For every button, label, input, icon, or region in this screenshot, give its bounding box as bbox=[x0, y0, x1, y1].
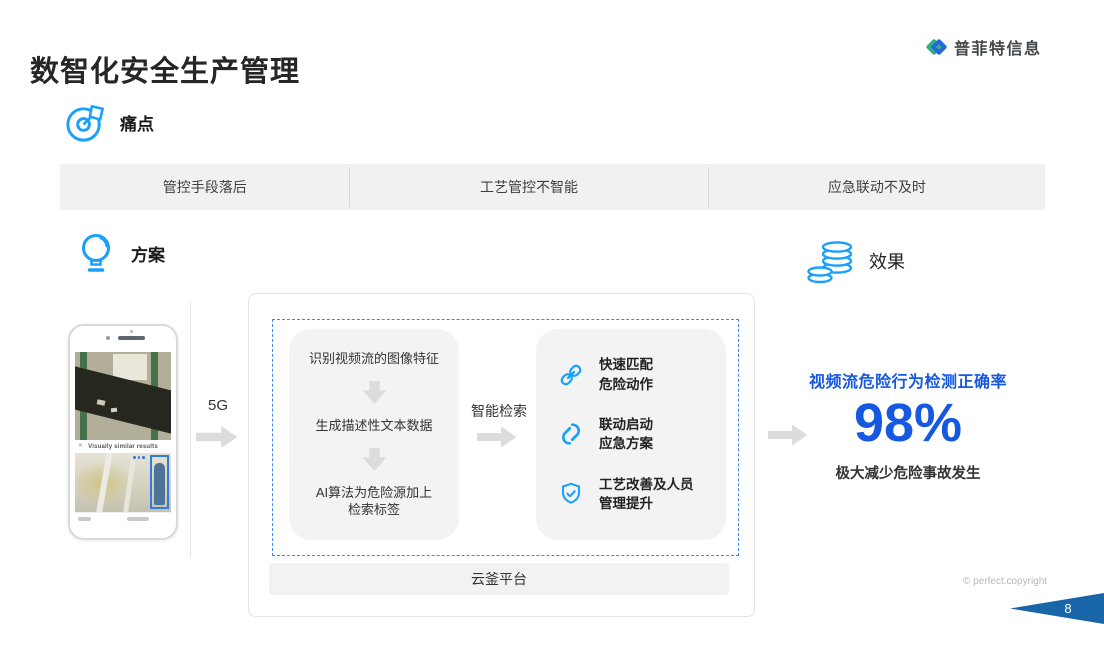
arrow-right-5g-icon bbox=[196, 425, 238, 449]
company-logo: 普菲特信息 bbox=[928, 32, 1042, 62]
section-pain-header: 痛点 bbox=[62, 99, 154, 146]
result-headline: 视频流危险行为检测正确率 bbox=[794, 368, 1022, 392]
result-block: 视频流危险行为检测正确率 98% 极大减少危险事故发生 bbox=[794, 368, 1022, 483]
section-effect-label: 效果 bbox=[869, 248, 905, 274]
outcome-row: 工艺改善及人员 管理提升 bbox=[558, 475, 718, 514]
outcomes-box: 快速匹配 危险动作 联动启动 应急方案 bbox=[536, 329, 726, 540]
shield-check-icon bbox=[558, 481, 584, 507]
copyright-text: © perfect.copyright bbox=[963, 576, 1047, 587]
pain-points-bar: 管控手段落后 工艺管控不智能 应急联动不及时 bbox=[60, 164, 1045, 210]
page-number-triangle: 8 bbox=[1010, 593, 1104, 624]
photo-window bbox=[113, 354, 147, 380]
phone-mockup: ✕ Visually similar results bbox=[68, 324, 178, 540]
page-number: 8 bbox=[1058, 601, 1078, 616]
logo-diamonds-icon bbox=[928, 32, 945, 62]
step-3: AI算法为危险源加上 检索标签 bbox=[316, 484, 432, 519]
outcome-text: 联动启动 应急方案 bbox=[599, 415, 653, 454]
section-solution-label: 方案 bbox=[131, 241, 165, 266]
section-pain-label: 痛点 bbox=[120, 110, 154, 135]
platform-name-bar: 云釜平台 bbox=[269, 563, 729, 595]
outcome-2-line2: 应急方案 bbox=[599, 434, 653, 454]
phone-speaker-icon bbox=[118, 336, 145, 340]
step-3-line1: AI算法为危险源加上 bbox=[316, 484, 432, 502]
step-2-line: 生成描述性文本数据 bbox=[315, 417, 432, 435]
sync-icon bbox=[558, 421, 584, 447]
phone-camera-icon bbox=[106, 336, 110, 340]
phone-footer-bar bbox=[75, 512, 171, 524]
logo-text: 普菲特信息 bbox=[954, 35, 1042, 59]
lightbulb-icon bbox=[72, 229, 120, 277]
close-icon[interactable]: ✕ bbox=[78, 443, 83, 449]
outcome-3-line1: 工艺改善及人员 bbox=[599, 475, 694, 495]
result-description: 极大减少危险事故发生 bbox=[794, 462, 1022, 483]
coins-icon bbox=[806, 237, 858, 285]
outcome-row: 快速匹配 危险动作 bbox=[558, 355, 718, 394]
footer-label-placeholder bbox=[127, 517, 149, 521]
arrow-right-search-icon bbox=[477, 426, 517, 448]
platform-panel: 识别视频流的图像特征 生成描述性文本数据 AI算法为危险源加上 检索标签 智能检… bbox=[248, 293, 755, 617]
slide: 数智化安全生产管理 普菲特信息 痛点 管控手段落后 工艺管控不智能 应急联动不及… bbox=[0, 0, 1104, 651]
section-effect-header: 效果 bbox=[806, 237, 905, 285]
phone-photo-factory bbox=[75, 453, 171, 512]
phone-caption-bar: ✕ Visually similar results bbox=[75, 440, 171, 453]
outcome-text: 快速匹配 危险动作 bbox=[599, 355, 653, 394]
outcome-text: 工艺改善及人员 管理提升 bbox=[599, 475, 694, 514]
step-1: 识别视频流的图像特征 bbox=[309, 350, 439, 368]
footer-label-placeholder bbox=[78, 517, 91, 521]
photo-chunk bbox=[111, 408, 117, 413]
section-solution-header: 方案 bbox=[72, 229, 165, 277]
outcome-1-line1: 快速匹配 bbox=[599, 355, 653, 375]
network-label: 5G bbox=[196, 397, 240, 414]
step-1-line: 识别视频流的图像特征 bbox=[309, 350, 439, 368]
phone-caption-text: Visually similar results bbox=[88, 444, 158, 450]
pain-item: 管控手段落后 bbox=[60, 164, 349, 210]
ai-steps-box: 识别视频流的图像特征 生成描述性文本数据 AI算法为危险源加上 检索标签 bbox=[289, 329, 459, 540]
phone-sensor-icon bbox=[130, 330, 133, 333]
outcome-2-line1: 联动启动 bbox=[599, 415, 653, 435]
pain-item: 工艺管控不智能 bbox=[350, 164, 707, 210]
phone-screen: ✕ Visually similar results bbox=[75, 352, 171, 524]
arrow-down-icon bbox=[362, 448, 387, 471]
step-2: 生成描述性文本数据 bbox=[315, 417, 432, 435]
target-dart-icon bbox=[62, 99, 109, 146]
outcome-3-line2: 管理提升 bbox=[599, 494, 694, 514]
page-title: 数智化安全生产管理 bbox=[30, 48, 300, 90]
pain-item: 应急联动不及时 bbox=[709, 164, 1045, 210]
vertical-divider bbox=[190, 300, 191, 558]
step-3-line2: 检索标签 bbox=[316, 501, 432, 519]
outcome-1-line2: 危险动作 bbox=[599, 375, 653, 395]
detected-person bbox=[154, 463, 165, 505]
detection-bounding-box bbox=[150, 455, 169, 509]
arrow-down-icon bbox=[362, 381, 387, 404]
smart-search-label: 智能检索 bbox=[459, 401, 539, 421]
outcome-row: 联动启动 应急方案 bbox=[558, 415, 718, 454]
detection-dots bbox=[133, 456, 145, 459]
link-icon bbox=[558, 362, 584, 388]
phone-photo-conveyor bbox=[75, 352, 171, 440]
result-value: 98% bbox=[794, 396, 1022, 450]
